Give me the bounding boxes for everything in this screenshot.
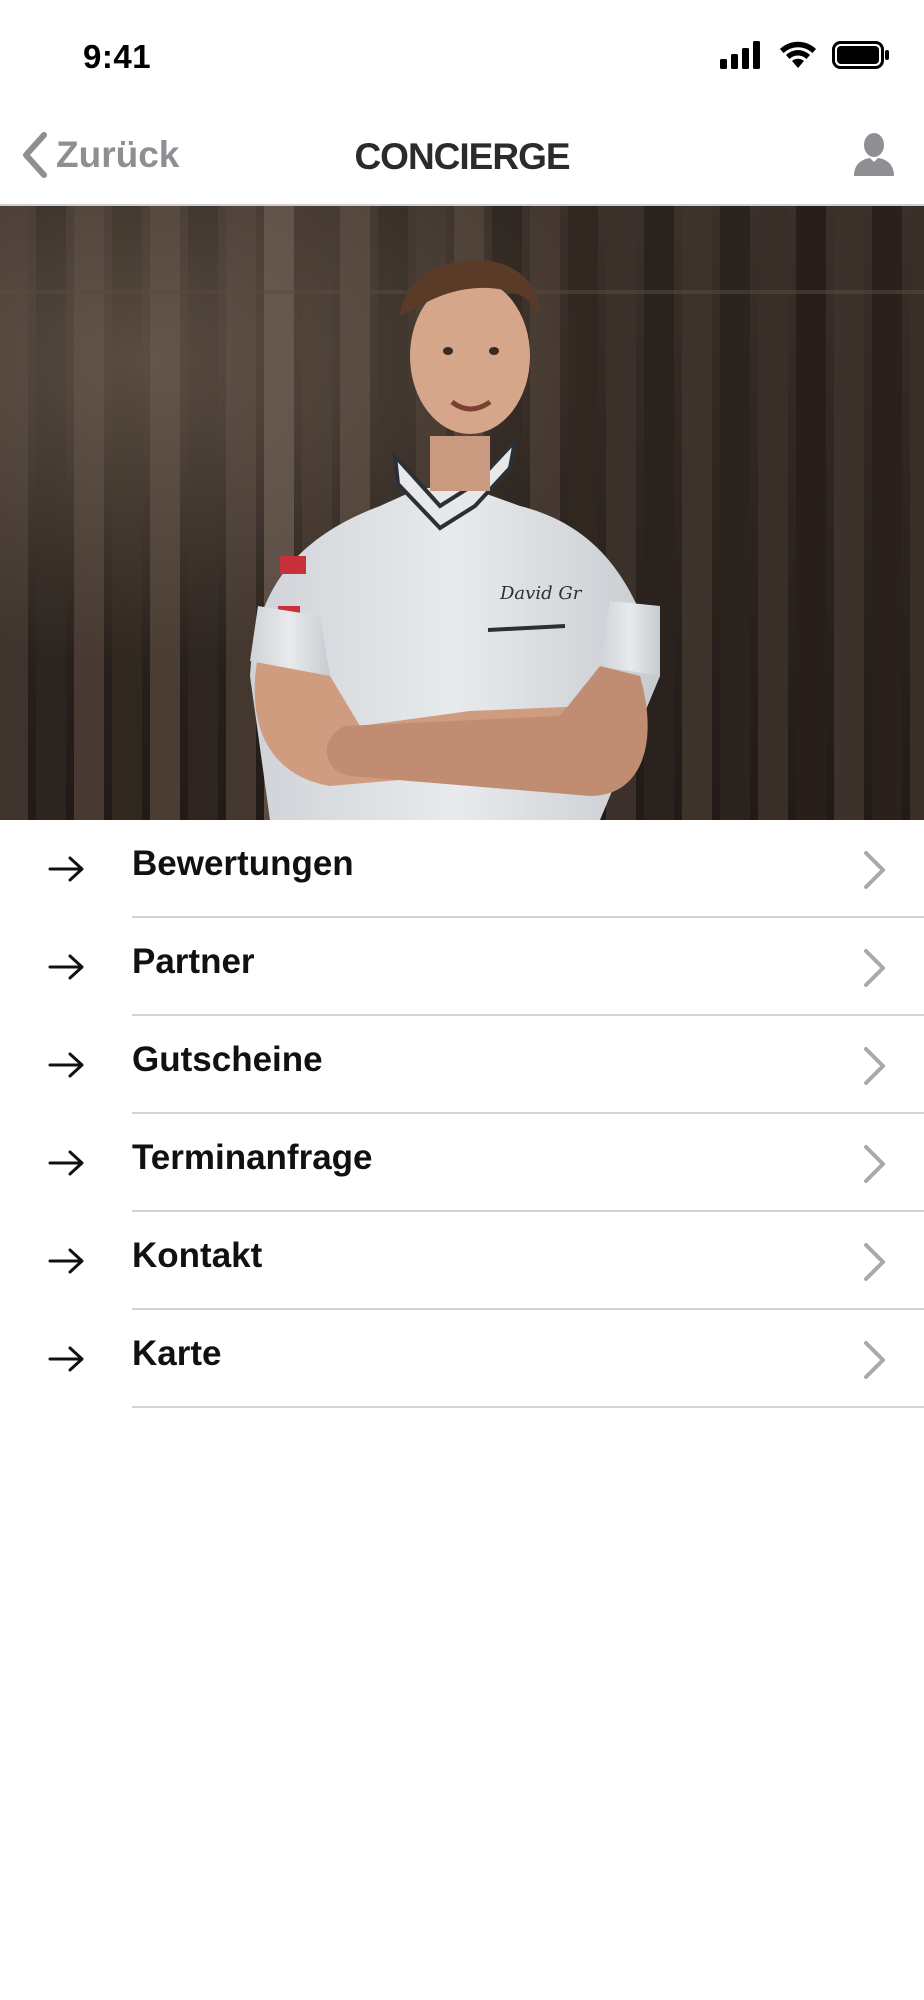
menu-item-label: Karte	[132, 1334, 222, 1373]
menu-item-label: Kontakt	[132, 1236, 263, 1275]
menu-item-gutscheine[interactable]: Gutscheine	[0, 1016, 924, 1114]
chevron-right-icon	[864, 1145, 885, 1183]
page-title: CONCIERGE	[354, 136, 570, 177]
chevron-right-icon	[864, 1243, 885, 1281]
arrow-right-icon	[48, 856, 84, 882]
chevron-right-icon	[864, 851, 885, 889]
navigation-bar: Zurück CONCIERGE	[0, 110, 924, 206]
chevron-right-icon	[864, 1047, 885, 1085]
cellular-signal-icon	[720, 41, 760, 69]
menu-item-label: Gutscheine	[132, 1040, 323, 1079]
arrow-right-icon	[48, 1052, 84, 1078]
battery-icon	[832, 41, 889, 69]
menu-item-bewertungen[interactable]: Bewertungen	[0, 820, 924, 918]
menu-item-label: Bewertungen	[132, 844, 354, 883]
menu-list: Bewertungen Partner Gutscheine Terminanf…	[0, 820, 924, 1408]
menu-item-karte[interactable]: Karte	[0, 1310, 924, 1408]
menu-item-label: Partner	[132, 942, 255, 981]
chevron-right-icon	[864, 1341, 885, 1379]
menu-item-label: Terminanfrage	[132, 1138, 373, 1177]
chevron-right-icon	[864, 949, 885, 987]
arrow-right-icon	[48, 1346, 84, 1372]
status-time: 9:41	[83, 38, 152, 75]
hero-image: David Gr	[0, 206, 924, 820]
menu-item-partner[interactable]: Partner	[0, 918, 924, 1016]
menu-item-terminanfrage[interactable]: Terminanfrage	[0, 1114, 924, 1212]
status-bar: 9:41	[0, 0, 924, 110]
chef-portrait: David Gr	[0, 206, 924, 820]
menu-divider	[132, 1406, 924, 1408]
arrow-right-icon	[48, 1150, 84, 1176]
menu-item-kontakt[interactable]: Kontakt	[0, 1212, 924, 1310]
wifi-icon	[780, 41, 816, 68]
status-icons	[720, 40, 890, 70]
profile-button[interactable]	[852, 132, 896, 183]
arrow-right-icon	[48, 954, 84, 980]
jacket-name-text: David Gr	[499, 583, 583, 604]
arrow-right-icon	[48, 1248, 84, 1274]
user-icon	[854, 133, 894, 176]
